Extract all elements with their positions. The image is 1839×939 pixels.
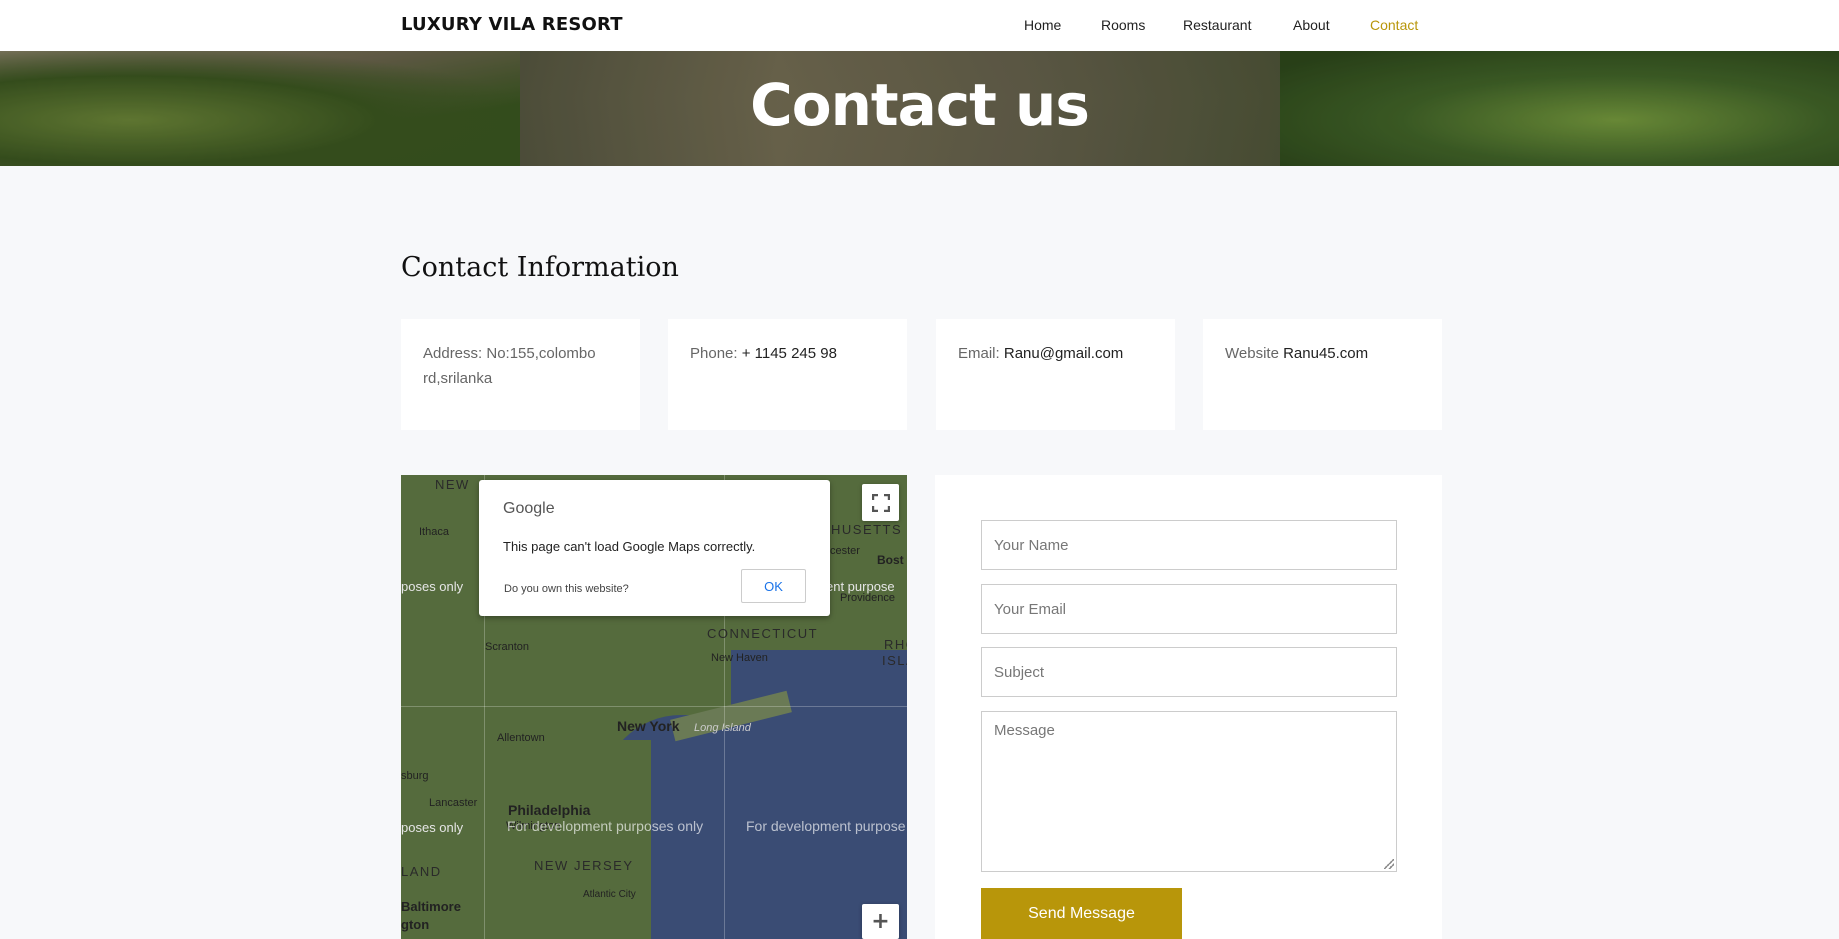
name-input[interactable]: Your Name [981,520,1397,570]
map-label-poses-only: poses only [401,579,464,594]
map-label-gton: gton [401,917,430,932]
nav-rooms[interactable]: Rooms [1101,17,1145,33]
nav-home[interactable]: Home [1024,17,1061,33]
map-label-island: ISLAND [882,653,907,668]
google-map[interactable]: NEW Ithaca HUSETTS cester Bost Providenc… [401,475,907,939]
plus-icon: + [871,909,890,934]
map-label-new-jersey: NEW JERSEY [534,858,634,873]
map-label-cester: cester [830,545,860,557]
address-card: Address: No:155,colombo rd,srilanka [401,319,640,430]
map-label-new-haven: New Haven [711,652,768,664]
map-label-allentown: Allentown [497,732,545,744]
phone-label: Phone: [690,345,738,362]
map-label-atlantic-city: Atlantic City [583,889,636,900]
map-label-new: NEW [435,477,470,492]
zoom-in-button[interactable]: + [862,904,899,939]
navbar: LUXURY VILA RESORT Home Rooms Restaurant… [0,0,1839,51]
map-dev-watermark: For development purposes only [507,818,704,834]
resize-handle-icon[interactable] [1384,859,1394,869]
subject-input[interactable]: Subject [981,647,1397,697]
google-logo: Google [503,500,555,517]
email-label: Email: [958,345,1000,362]
map-label-new-york: New York [617,718,680,734]
website-card: Website Ranu45.com [1203,319,1442,430]
email-input[interactable]: Your Email [981,584,1397,634]
fullscreen-icon[interactable] [862,484,899,521]
map-grid-line [401,706,907,707]
message-textarea[interactable]: Message [981,711,1397,872]
message-placeholder: Message [994,722,1055,739]
email-card: Email: Ranu@gmail.com [936,319,1175,430]
email-value[interactable]: Ranu@gmail.com [1004,345,1123,362]
map-label-land: LAND [401,864,442,879]
address-label: Address: [423,345,483,362]
website-label: Website [1225,345,1279,362]
map-label-ithaca: Ithaca [419,526,449,538]
map-label-long-island: Long Island [694,722,751,734]
map-error-dialog: Google This page can't load Google Maps … [479,480,830,616]
hero-title: Contact us [750,71,1090,139]
send-message-button[interactable]: Send Message [981,888,1182,939]
phone-value[interactable]: + 1145 245 98 [742,345,837,362]
map-label-poses-only-2: poses only [401,820,464,835]
map-dev-watermark-2: For development purpose [746,818,906,834]
map-label-ent-purpose: ent purpose [826,579,895,594]
nav-contact[interactable]: Contact [1370,17,1418,33]
nav-about[interactable]: About [1293,17,1330,33]
map-label-bost: Bost [877,553,904,567]
map-label-philadelphia: Philadelphia [508,802,591,818]
map-label-rhode: RHODE [884,637,907,652]
nav-restaurant[interactable]: Restaurant [1183,17,1251,33]
map-label-connecticut: CONNECTICUT [707,626,819,641]
map-label-lancaster: Lancaster [429,797,478,809]
map-owner-question[interactable]: Do you own this website? [504,583,629,595]
map-nj-coast [596,740,651,939]
contact-info-title: Contact Information [401,252,679,283]
brand-logo[interactable]: LUXURY VILA RESORT [401,14,623,35]
map-label-scranton: Scranton [485,641,530,653]
map-label-baltimore: Baltimore [401,899,461,914]
ok-button[interactable]: OK [741,569,806,603]
map-error-message: This page can't load Google Maps correct… [503,539,756,554]
website-value[interactable]: Ranu45.com [1283,345,1368,362]
map-label-sburg: sburg [401,770,429,782]
fullscreen-glyph [871,493,890,512]
map-label-husetts: HUSETTS [831,522,903,537]
phone-card: Phone: + 1145 245 98 [668,319,907,430]
contact-form: Your Name Your Email Subject Message Sen… [935,475,1442,939]
